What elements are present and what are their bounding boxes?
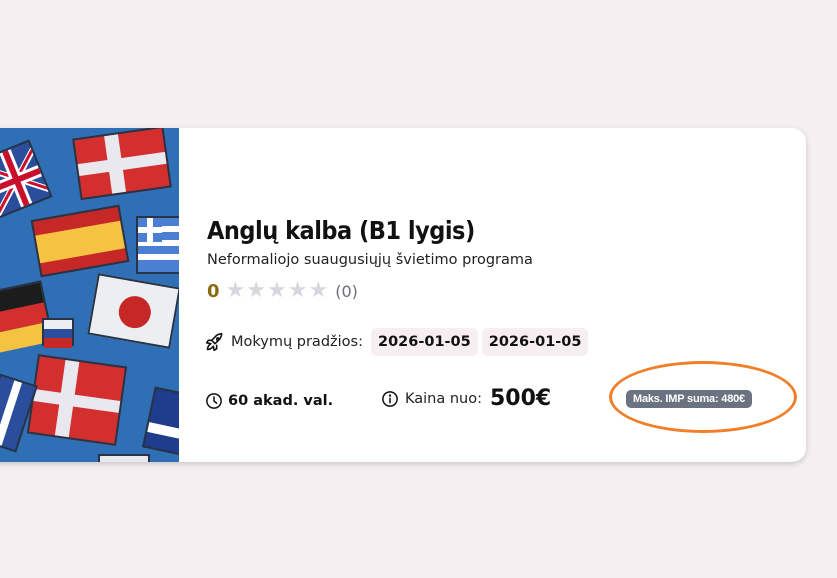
- star-icon: ★: [225, 278, 246, 303]
- start-dates: Mokymų pradžios: 2026-01-05 2026-01-05: [205, 328, 592, 356]
- start-date-chip: 2026-01-05: [481, 328, 589, 356]
- uk-flag-icon: [0, 139, 53, 219]
- price-value: 500€: [490, 386, 552, 411]
- duration-text: 60 akad. val.: [228, 393, 334, 409]
- greece-flag-icon: [136, 216, 179, 274]
- spain-flag-icon: [30, 204, 130, 278]
- course-image[interactable]: [0, 128, 179, 462]
- rating-stars: ★ ★ ★ ★ ★: [226, 280, 330, 302]
- japan-flag-icon: [87, 273, 179, 349]
- flag-icon: [98, 454, 150, 462]
- duration: 60 akad. val.: [205, 392, 333, 410]
- course-subtitle: Neformaliojo suaugusiųjų švietimo progra…: [207, 252, 533, 268]
- rocket-icon: [205, 332, 223, 352]
- info-icon: [382, 390, 398, 407]
- denmark-flag-icon: [26, 354, 128, 446]
- russia-flag-icon: [42, 318, 74, 348]
- star-icon: ★: [308, 278, 329, 303]
- rating-count: (0): [335, 281, 358, 301]
- price: Kaina nuo: 500€: [381, 386, 551, 411]
- star-icon: ★: [246, 278, 266, 303]
- clock-icon: [206, 393, 222, 409]
- rating-score: 0: [207, 280, 220, 302]
- course-title[interactable]: Anglų kalba (B1 lygis): [207, 216, 475, 245]
- highlight-ring: [609, 361, 797, 433]
- start-date-chip: 2026-01-05: [370, 328, 478, 356]
- star-icon: ★: [287, 278, 308, 303]
- rating: 0 ★ ★ ★ ★ ★ (0): [207, 280, 358, 302]
- denmark-flag-icon: [72, 128, 172, 201]
- price-label: Kaina nuo:: [405, 390, 482, 407]
- start-label: Mokymų pradžios:: [231, 334, 363, 350]
- star-icon: ★: [267, 278, 287, 303]
- flag-icon: [141, 386, 179, 456]
